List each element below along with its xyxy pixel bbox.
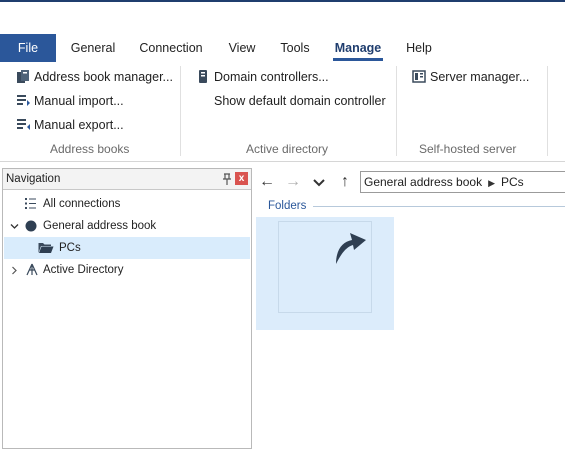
export-icon <box>17 119 30 130</box>
tab-connection[interactable]: Connection <box>134 34 208 62</box>
tree-item-label: Active Directory <box>43 264 124 276</box>
chevron-down-icon[interactable] <box>10 222 19 231</box>
tree-item-all-connections[interactable]: All connections <box>3 193 251 215</box>
pin-icon[interactable] <box>220 172 234 186</box>
address-book-manager-label: Address book manager... <box>34 70 173 84</box>
manual-export-label: Manual export... <box>34 118 124 132</box>
navigation-panel: Navigation x All connections General add… <box>2 168 252 449</box>
tab-view[interactable]: View <box>222 34 262 62</box>
group-label-active-directory: Active directory <box>246 142 329 156</box>
domain-controllers-label: Domain controllers... <box>214 70 329 84</box>
chevron-right-icon[interactable] <box>10 266 19 275</box>
server-tower-icon <box>199 70 207 83</box>
manual-import-label: Manual import... <box>34 94 124 108</box>
tree-item-active-directory[interactable]: Active Directory <box>3 259 251 281</box>
circle-icon <box>25 220 37 232</box>
up-button[interactable]: ↑ <box>335 172 355 192</box>
address-book-icon <box>17 70 29 83</box>
group-divider <box>547 66 548 156</box>
ribbon-tab-strip: File General Connection View Tools Manag… <box>0 34 565 62</box>
section-divider <box>313 206 565 207</box>
folder-open-icon <box>38 243 54 253</box>
tree-item-label: All connections <box>43 198 121 210</box>
back-button[interactable]: ← <box>257 172 277 192</box>
ad-tree-icon <box>26 263 38 276</box>
title-bar <box>0 0 565 34</box>
folders-section-label: Folders <box>268 200 307 212</box>
list-icon <box>25 198 36 209</box>
tab-file[interactable]: File <box>0 34 56 62</box>
close-panel-button[interactable]: x <box>235 172 248 185</box>
group-label-address-books: Address books <box>50 142 130 156</box>
chevron-down-icon <box>313 179 325 187</box>
forward-button[interactable]: → <box>283 172 303 192</box>
tree-item-pcs[interactable]: PCs <box>4 237 250 259</box>
tab-help[interactable]: Help <box>399 34 439 62</box>
breadcrumb-current[interactable]: PCs <box>501 175 524 189</box>
tab-tools[interactable]: Tools <box>275 34 315 62</box>
navigate-up-arrow-icon <box>336 233 366 264</box>
address-bar[interactable]: General address book ▶ PCs <box>360 171 565 193</box>
ribbon-panel: Address book manager... Manual import...… <box>0 62 565 162</box>
breadcrumb-root[interactable]: General address book <box>364 175 482 189</box>
history-dropdown-button[interactable] <box>309 172 329 192</box>
server-manager-label: Server manager... <box>430 70 530 84</box>
tree-item-label: General address book <box>43 220 157 232</box>
group-label-self-hosted-server: Self-hosted server <box>419 142 517 156</box>
tab-manage[interactable]: Manage <box>333 34 383 62</box>
server-manager-icon <box>412 70 426 83</box>
import-icon <box>17 95 30 106</box>
tree-item-general-address-book[interactable]: General address book <box>3 215 251 237</box>
navigation-header: Navigation x <box>3 169 251 190</box>
tree-item-label: PCs <box>59 242 81 254</box>
navigation-title: Navigation <box>6 173 61 185</box>
content-area: ← → ↑ General address book ▶ PCs Folders <box>255 168 565 449</box>
group-divider <box>180 66 181 156</box>
tile-frame <box>278 221 372 313</box>
folder-up-tile[interactable] <box>256 217 394 330</box>
tab-general[interactable]: General <box>67 34 119 62</box>
breadcrumb-separator-icon: ▶ <box>488 178 495 188</box>
show-default-domain-controller-label: Show default domain controller <box>214 94 386 108</box>
group-divider <box>396 66 397 156</box>
